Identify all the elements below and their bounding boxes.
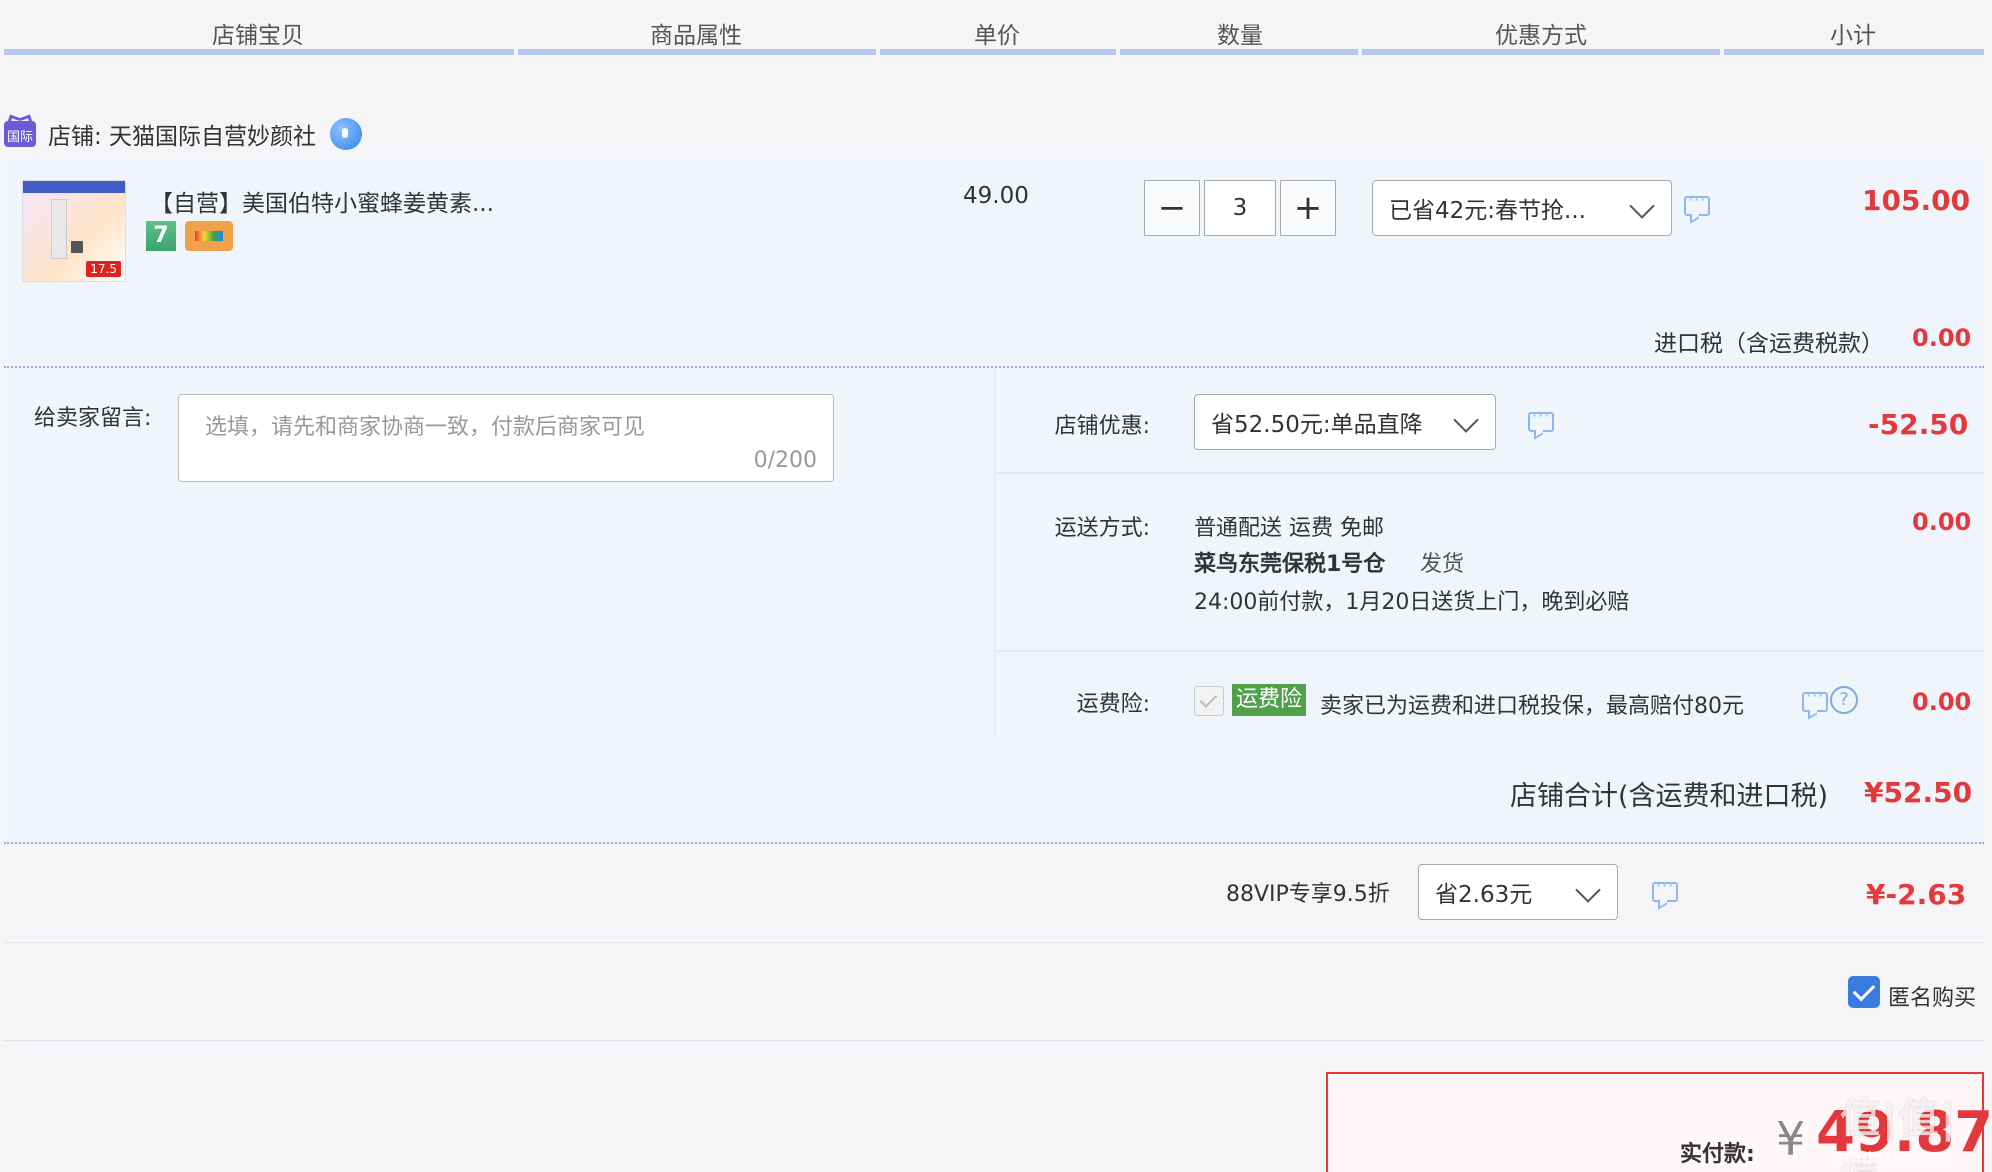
wangwang-chat-icon[interactable] bbox=[330, 118, 363, 150]
watermark-url: zhidezhi.com bbox=[1836, 1148, 1954, 1167]
chevron-down-icon bbox=[1453, 407, 1479, 433]
shipping-delivery-promise: 24:00前付款，1月20日送货上门，晚到必赔 bbox=[1194, 590, 1630, 615]
divider bbox=[994, 472, 1984, 474]
divider bbox=[994, 650, 1984, 652]
currency-symbol: ¥ bbox=[1776, 1112, 1806, 1166]
quantity-input[interactable]: 3 bbox=[1204, 180, 1276, 236]
quantity-stepper: − 3 + bbox=[1144, 180, 1336, 236]
col-header-discount: 优惠方式 bbox=[1495, 23, 1587, 49]
intl-badge-text: 国际 bbox=[6, 130, 33, 145]
seven-day-return-icon: 7 bbox=[146, 221, 176, 251]
item-discount-value: 已省42元:春节抢... bbox=[1389, 198, 1586, 224]
credit-card-icon bbox=[185, 221, 233, 251]
tmall-global-icon: 国际 bbox=[4, 121, 36, 147]
header-bar bbox=[1362, 49, 1720, 55]
col-header-subtotal: 小计 bbox=[1830, 23, 1876, 49]
thumb-product-shape bbox=[71, 241, 83, 253]
store-discount-value: 省52.50元:单品直降 bbox=[1211, 412, 1423, 438]
vip-discount-label: 88VIP专享9.5折 bbox=[1226, 882, 1390, 907]
col-header-store-item: 店铺宝贝 bbox=[212, 23, 304, 49]
cart-table-header: 店铺宝贝 商品属性 单价 数量 优惠方式 小计 bbox=[0, 0, 1992, 56]
item-subtotal: 105.00 bbox=[1862, 184, 1971, 217]
payment-label: 实付款: bbox=[1680, 1142, 1755, 1167]
thumb-price-tag: 17.5 bbox=[86, 261, 121, 277]
message-label: 给卖家留言: bbox=[34, 406, 152, 431]
shipping-method: 普通配送 运费 免邮 bbox=[1194, 516, 1384, 541]
store-row: 国际 店铺: 天猫国际自营妙颜社 bbox=[4, 114, 363, 154]
divider bbox=[4, 1040, 1984, 1041]
thumb-product-shape bbox=[51, 199, 67, 259]
header-bar bbox=[4, 49, 514, 55]
thumb-banner bbox=[23, 181, 125, 193]
store-discount-label: 店铺优惠: bbox=[1054, 414, 1150, 439]
divider bbox=[4, 942, 1984, 943]
quantity-decrease-button[interactable]: − bbox=[1144, 180, 1200, 236]
insurance-label: 运费险: bbox=[1076, 692, 1150, 717]
item-discount-select[interactable]: 已省42元:春节抢... bbox=[1372, 180, 1672, 236]
chat-icon[interactable] bbox=[1684, 190, 1710, 216]
store-name-link[interactable]: 店铺: 天猫国际自营妙颜社 bbox=[48, 117, 316, 151]
col-header-attributes: 商品属性 bbox=[650, 23, 742, 49]
help-icon[interactable]: ? bbox=[1830, 686, 1858, 714]
header-bar bbox=[1120, 49, 1358, 55]
anonymous-purchase-checkbox[interactable] bbox=[1848, 976, 1880, 1008]
import-tax-value: 0.00 bbox=[1912, 324, 1972, 352]
chevron-down-icon bbox=[1629, 193, 1655, 219]
import-tax-label: 进口税（含运费税款） bbox=[1654, 331, 1884, 357]
chat-icon[interactable] bbox=[1652, 876, 1678, 902]
vip-discount-select[interactable]: 省2.63元 bbox=[1418, 864, 1618, 920]
store-total-label: 店铺合计(含运费和进口税) bbox=[1510, 781, 1829, 812]
insurance-amount: 0.00 bbox=[1912, 688, 1972, 716]
anonymous-purchase-label[interactable]: 匿名购买 bbox=[1888, 980, 1976, 1012]
store-discount-amount: -52.50 bbox=[1868, 408, 1969, 441]
insurance-checkbox bbox=[1194, 686, 1224, 716]
shipping-amount: 0.00 bbox=[1912, 508, 1972, 536]
seller-message-textarea[interactable]: 选填，请先和商家协商一致，付款后商家可见 0/200 bbox=[178, 394, 834, 482]
product-title-link[interactable]: 【自营】美国伯特小蜜蜂姜黄素... bbox=[150, 184, 494, 218]
message-placeholder: 选填，请先和商家协商一致，付款后商家可见 bbox=[205, 415, 646, 440]
product-thumbnail[interactable]: 17.5 bbox=[22, 180, 126, 282]
shipping-dispatch: 发货 bbox=[1420, 552, 1465, 577]
chat-icon[interactable] bbox=[1528, 406, 1554, 432]
shipping-warehouse: 菜鸟东莞保税1号仓 bbox=[1194, 552, 1386, 577]
insurance-description: 卖家已为运费和进口税投保，最高赔付80元 bbox=[1320, 694, 1744, 719]
store-discount-select[interactable]: 省52.50元:单品直降 bbox=[1194, 394, 1496, 450]
message-char-count: 0/200 bbox=[753, 448, 817, 473]
header-bar bbox=[1724, 49, 1984, 55]
vip-discount-amount: ¥-2.63 bbox=[1866, 878, 1967, 911]
header-bar bbox=[518, 49, 876, 55]
col-header-unit-price: 单价 bbox=[974, 23, 1020, 49]
vip-discount-value: 省2.63元 bbox=[1435, 882, 1533, 908]
insurance-tag: 运费险 bbox=[1232, 684, 1307, 716]
chat-icon[interactable] bbox=[1802, 686, 1828, 712]
store-total-amount: ¥52.50 bbox=[1864, 776, 1973, 809]
col-header-quantity: 数量 bbox=[1217, 23, 1263, 49]
unit-price: 49.00 bbox=[963, 183, 1029, 209]
shipping-label: 运送方式: bbox=[1054, 516, 1150, 541]
header-bar bbox=[880, 49, 1116, 55]
chevron-down-icon bbox=[1575, 877, 1601, 903]
quantity-increase-button[interactable]: + bbox=[1280, 180, 1336, 236]
dotted-divider bbox=[4, 842, 1984, 844]
